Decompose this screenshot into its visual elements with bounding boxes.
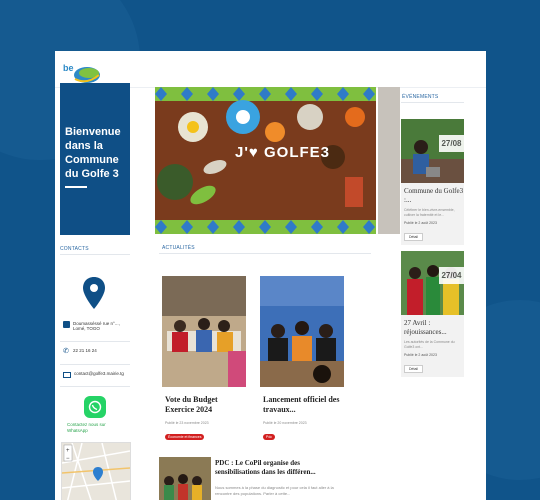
event-title[interactable]: 27 Avril : réjouissances... <box>404 319 464 337</box>
event-image: 27/04 <box>401 251 464 315</box>
news-card[interactable]: Lancement officiel des travaux... Publié… <box>260 276 344 443</box>
event-date: Publié le 2 août 2023 <box>404 221 437 225</box>
phone-icon: ✆ <box>63 348 69 355</box>
contacts-heading: CONTACTS <box>60 246 89 252</box>
divider <box>60 386 130 387</box>
divider <box>60 364 130 365</box>
news-category-badge[interactable]: Économie et finances <box>165 434 205 440</box>
location-map[interactable]: + − <box>61 442 131 500</box>
event-date-badge: 27/04 <box>439 267 464 284</box>
news-title[interactable]: Vote du Budget Exercice 2024 <box>165 395 246 415</box>
event-image: 27/08 <box>401 119 464 183</box>
contact-email[interactable]: contact@golfe3.mairie.tg <box>74 371 124 376</box>
news-card-wide[interactable]: PDC : Le CoPil organise des sensibilisat… <box>159 457 343 500</box>
browser-viewport: be Bienvenue dans la Commune du Golfe 3 … <box>55 51 486 500</box>
news-date: Publié le 20 novembre 2023 <box>263 421 307 425</box>
event-date: Publié le 2 août 2023 <box>404 353 437 357</box>
news-category-badge[interactable]: Pdc <box>263 434 276 440</box>
news-excerpt: Nous sommes à la phase du diagnostic et … <box>215 485 334 496</box>
contact-address-row: Doumasséssé rue n°..., Lomé, TOGO <box>63 321 131 331</box>
welcome-title: Bienvenue dans la Commune du Golfe 3 <box>65 126 121 180</box>
mail-icon <box>63 372 71 378</box>
divider <box>60 341 130 342</box>
event-card[interactable]: 27/08 Commune du Golfe3 :... Célébrer le… <box>401 119 464 245</box>
event-card[interactable]: 27/04 27 Avril : réjouissances... Les au… <box>401 251 464 377</box>
banner-caption: J'♥ GOLFE3 <box>235 144 330 161</box>
event-title[interactable]: Commune du Golfe3 :... <box>404 187 464 205</box>
divider <box>401 102 464 103</box>
actualites-heading: ACTUALITÉS <box>162 245 195 251</box>
news-title[interactable]: PDC : Le CoPil organise des sensibilisat… <box>215 459 345 477</box>
news-title[interactable]: Lancement officiel des travaux... <box>263 395 344 415</box>
location-pin-icon <box>83 277 105 309</box>
event-date-badge: 27/08 <box>439 135 464 152</box>
divider <box>60 254 130 255</box>
event-excerpt: Les autorités de la Commune du Golfe3 on… <box>404 340 455 349</box>
divider <box>159 253 371 254</box>
news-image <box>260 276 344 387</box>
contact-email-row[interactable]: contact@golfe3.mairie.tg <box>63 371 124 378</box>
hero-banner[interactable]: J'♥ GOLFE3 <box>155 87 376 234</box>
svg-text:+: + <box>66 448 70 454</box>
event-detail-button[interactable]: Détail <box>404 233 423 241</box>
welcome-block: Bienvenue dans la Commune du Golfe 3 <box>60 83 130 235</box>
whatsapp-label[interactable]: Contactez nous sur WhatsApp <box>67 422 127 434</box>
evenements-heading: ÉVÉNEMENTS <box>402 94 439 100</box>
logo-text: be <box>63 63 74 73</box>
side-photo <box>378 87 400 234</box>
event-excerpt: Célébrer le bien-vivre-ensemble, cultive… <box>404 208 455 217</box>
contact-address: Doumasséssé rue n°..., Lomé, TOGO <box>73 321 120 331</box>
whatsapp-icon <box>88 400 102 414</box>
event-detail-button[interactable]: Détail <box>404 365 423 373</box>
map-tiles: + − <box>62 443 130 500</box>
news-image <box>162 276 246 387</box>
news-card[interactable]: Vote du Budget Exercice 2024 Publié le 2… <box>162 276 246 443</box>
svg-text:−: − <box>66 456 70 462</box>
building-icon <box>63 321 70 328</box>
news-image <box>159 457 211 500</box>
contact-phone[interactable]: 22 21 16 24 <box>73 348 97 353</box>
contact-phone-row[interactable]: ✆ 22 21 16 24 <box>63 348 97 355</box>
welcome-divider <box>65 186 87 188</box>
whatsapp-button[interactable] <box>84 396 106 418</box>
news-date: Publié le 23 novembre 2023 <box>165 421 209 425</box>
